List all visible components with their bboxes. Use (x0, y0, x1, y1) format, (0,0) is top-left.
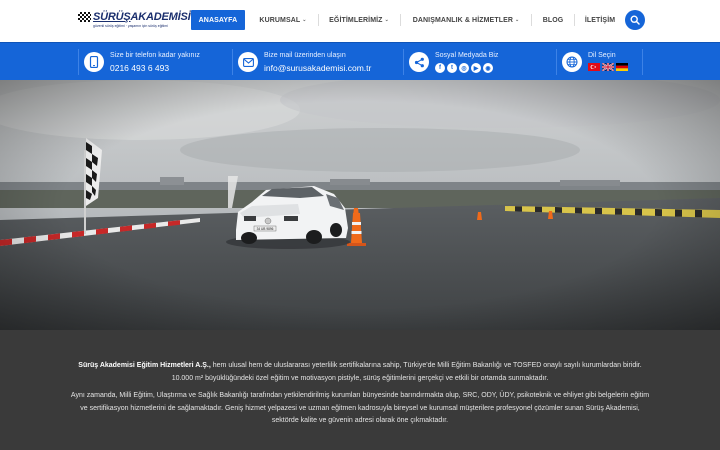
social-links: f t ◎ ▶ ◉ (435, 63, 493, 73)
language-selector: Dil Seçin (562, 51, 662, 75)
phone-icon (84, 52, 104, 72)
germany-flag-icon[interactable] (616, 63, 628, 71)
globe-icon (562, 52, 582, 72)
uk-flag-icon[interactable] (602, 63, 614, 71)
info-divider (403, 49, 404, 75)
search-icon (630, 15, 640, 25)
facebook-icon[interactable]: f (435, 63, 445, 73)
phone-number[interactable]: 0216 493 6 493 (110, 63, 169, 73)
social-label: Sosyal Medyada Biz (435, 52, 499, 59)
search-button[interactable] (625, 10, 645, 30)
nav-divider (318, 14, 319, 26)
logo-name-part1: SÜRÜŞ (93, 11, 131, 23)
contact-info-bar: Size bir telefon kadar yakınız 0216 493 … (0, 42, 720, 80)
mail-label: Bize mail üzerinden ulaşın (264, 52, 346, 59)
info-divider (642, 49, 643, 75)
youtube-icon[interactable]: ▶ (471, 63, 481, 73)
instagram-icon[interactable]: ◎ (459, 63, 469, 73)
driving-track-photo: 34 UB 9896 (0, 80, 720, 330)
checkered-flag-icon (78, 12, 91, 22)
nav-blog[interactable]: BLOG (538, 10, 568, 30)
about-paragraph-2: Aynı zamanda, Milli Eğitim, Ulaştırma ve… (70, 392, 650, 424)
logo-name-part2: AKADEMİSİ (130, 11, 191, 23)
logo-wordmark: SÜRÜŞAKADEMİSİ (78, 11, 191, 23)
nav-divider (574, 14, 575, 26)
nav-iletisim[interactable]: İLETİŞİM (581, 10, 619, 30)
info-divider (556, 49, 557, 75)
twitter-icon[interactable]: t (447, 63, 457, 73)
phone-info[interactable]: Size bir telefon kadar yakınız 0216 493 … (84, 51, 224, 75)
about-section: Sürüş Akademisi Eğitim Hizmetleri A.Ş., … (0, 330, 720, 450)
nav-label: EĞİTİMLERİMİZ (329, 16, 383, 24)
nav-label: KURUMSAL (259, 16, 301, 24)
nav-label: BLOG (542, 16, 564, 24)
nav-label: DANIŞMANLIK & HİZMETLER (412, 16, 513, 24)
turkey-flag-icon[interactable] (588, 63, 600, 71)
nav-label: İLETİŞİM (584, 16, 616, 24)
nav-label: ANASAYFA (198, 16, 238, 24)
nav-egitimlerimiz[interactable]: EĞİTİMLERİMİZ ⌄ (326, 10, 392, 30)
nav-divider (531, 14, 532, 26)
nav-kurumsal[interactable]: KURUMSAL ⌄ (256, 10, 310, 30)
envelope-icon (238, 52, 258, 72)
company-name: Sürüş Akademisi Eğitim Hizmetleri A.Ş., (78, 362, 211, 369)
about-text-1: hem ulusal hem de uluslararası yeterlili… (171, 362, 642, 382)
info-divider (232, 49, 233, 75)
site-logo[interactable]: SÜRÜŞAKADEMİSİ güvenli sürüş eğitimi · y… (78, 11, 191, 29)
share-icon (409, 52, 429, 72)
site-header: SÜRÜŞAKADEMİSİ güvenli sürüş eğitimi · y… (0, 0, 720, 42)
logo-tagline: güvenli sürüş eğitimi · yaşamın için sür… (93, 24, 168, 28)
nav-anasayfa[interactable]: ANASAYFA (191, 10, 245, 30)
hero-image: 34 UB 9896 (0, 80, 720, 330)
nav-danismanlik[interactable]: DANIŞMANLIK & HİZMETLER ⌄ (408, 10, 524, 30)
rss-icon[interactable]: ◉ (483, 63, 493, 73)
social-info: Sosyal Medyada Biz f t ◎ ▶ ◉ (409, 51, 549, 75)
mail-info[interactable]: Bize mail üzerinden ulaşın info@surusaka… (238, 51, 398, 75)
chevron-down-icon: ⌄ (384, 17, 389, 23)
nav-divider (400, 14, 401, 26)
chevron-down-icon: ⌄ (515, 17, 520, 23)
language-flags (588, 63, 628, 71)
language-label: Dil Seçin (588, 52, 616, 59)
phone-label: Size bir telefon kadar yakınız (110, 52, 200, 59)
info-divider (78, 49, 79, 75)
mail-address[interactable]: info@surusakademisi.com.tr (264, 63, 371, 73)
chevron-down-icon: ⌄ (302, 17, 307, 23)
about-paragraph-1: Sürüş Akademisi Eğitim Hizmetleri A.Ş., … (70, 360, 650, 385)
